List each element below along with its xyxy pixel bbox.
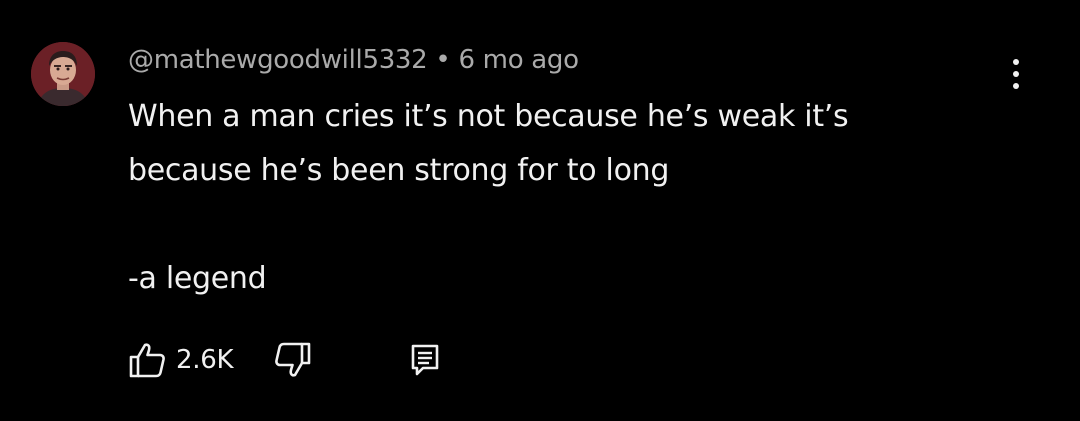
- comment-line-1: When a man cries it’s not because he’s w…: [128, 99, 849, 134]
- like-count: 2.6K: [176, 345, 234, 375]
- comment-reply-icon: [411, 344, 439, 376]
- comment-signature: -a legend: [128, 261, 267, 296]
- comment-time[interactable]: 6 mo ago: [458, 45, 579, 75]
- comment-meta: @mathewgoodwill5332 • 6 mo ago: [128, 43, 579, 77]
- avatar-image: [31, 42, 95, 106]
- dislike-button[interactable]: [274, 338, 312, 382]
- comment-card: @mathewgoodwill5332 • 6 mo ago When a man …: [0, 0, 1080, 421]
- author-handle[interactable]: @mathewgoodwill5332: [128, 45, 428, 75]
- reply-button[interactable]: [410, 338, 440, 382]
- like-button[interactable]: 2.6K: [128, 338, 234, 382]
- more-options-button[interactable]: [1000, 52, 1032, 96]
- comment-line-2: because he’s been strong for to long: [128, 153, 670, 188]
- meta-separator: •: [435, 45, 451, 75]
- thumbs-down-icon: [275, 342, 311, 377]
- more-vert-icon: [1013, 59, 1019, 89]
- comment-text: When a man cries it’s not because he’s w…: [128, 90, 988, 306]
- thumbs-up-icon: [129, 343, 165, 378]
- avatar[interactable]: [31, 42, 95, 106]
